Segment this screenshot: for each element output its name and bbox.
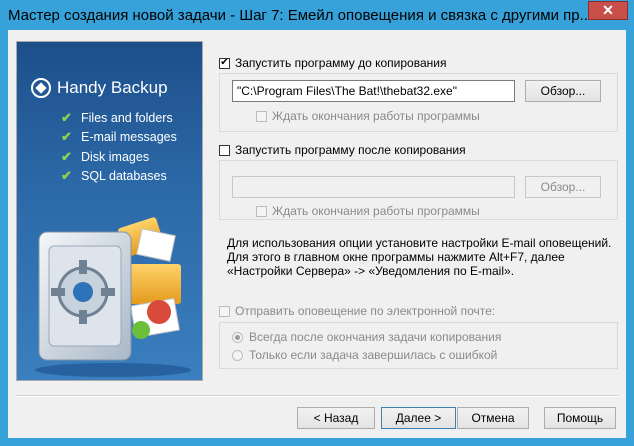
logo-text: Handy Backup (57, 78, 168, 97)
feature-item: ✔ Disk images (61, 148, 150, 164)
run-after-group: Обзор... Ждать окончания работы программ… (219, 160, 618, 220)
run-after-wait-label: Ждать окончания работы программы (272, 204, 480, 218)
run-after-browse-button[interactable]: Обзор... (525, 176, 601, 198)
radio-error[interactable] (232, 349, 243, 361)
email-notify-label: Отправить оповещение по электронной почт… (235, 304, 496, 318)
product-banner: Handy Backup ✔ Files and folders ✔ E-mail … (16, 41, 203, 381)
wizard-window: Мастер создания новой задачи - Шаг 7: Ем… (0, 0, 634, 446)
run-before-browse-button[interactable]: Обзор... (525, 80, 601, 102)
run-after-wait-checkbox[interactable] (256, 205, 267, 217)
run-before-path-input[interactable]: "C:\Program Files\The Bat!\thebat32.exe" (232, 80, 515, 102)
run-after-checkbox-row[interactable]: Запустить программу после копирования (219, 143, 466, 157)
run-after-wait-row[interactable]: Ждать окончания работы программы (256, 204, 480, 218)
wizard-content: Handy Backup ✔ Files and folders ✔ E-mail … (8, 30, 626, 438)
checkmark-icon: ✔ (61, 168, 72, 184)
logo-icon (31, 78, 51, 98)
safe-illustration (35, 217, 191, 377)
close-button[interactable]: ✕ (588, 1, 628, 20)
run-before-checkbox[interactable]: ✔ (219, 57, 230, 69)
run-before-wait-checkbox[interactable] (256, 110, 267, 122)
run-before-checkbox-row[interactable]: ✔ Запустить программу до копирования (219, 56, 446, 70)
footer-divider (16, 395, 618, 397)
run-before-wait-row[interactable]: Ждать окончания работы программы (256, 109, 480, 123)
email-options-group: Всегда после окончания задачи копировани… (219, 322, 618, 369)
run-after-checkbox[interactable] (219, 144, 230, 156)
run-before-label: Запустить программу до копирования (235, 56, 447, 70)
email-notify-checkbox-row[interactable]: Отправить оповещение по электронной почт… (219, 304, 495, 318)
product-logo: Handy Backup (31, 78, 168, 98)
feature-item: ✔ E-mail messages (61, 129, 177, 145)
email-option-error-label: Только если задача завершилась с ошибкой (249, 348, 498, 362)
checkmark-icon: ✔ (61, 148, 72, 164)
window-title: Мастер создания новой задачи - Шаг 7: Ем… (8, 7, 588, 24)
help-button[interactable]: Помощь (544, 407, 616, 429)
close-icon: ✕ (602, 2, 614, 18)
email-info-text: Для использования опции установите настр… (227, 236, 612, 278)
email-option-error[interactable]: Только если задача завершилась с ошибкой (232, 348, 497, 362)
feature-item: ✔ Files and folders (61, 109, 173, 125)
feature-list: ✔ Files and folders ✔ E-mail messages ✔ Dis… (61, 108, 177, 186)
run-before-wait-label: Ждать окончания работы программы (272, 109, 480, 123)
title-bar[interactable]: Мастер создания новой задачи - Шаг 7: Ем… (0, 0, 634, 30)
checkmark-icon: ✔ (61, 109, 72, 125)
email-notify-checkbox[interactable] (219, 305, 230, 317)
cancel-button[interactable]: Отмена (457, 407, 529, 429)
checkmark-icon: ✔ (61, 129, 72, 145)
email-option-always[interactable]: Всегда после окончания задачи копировани… (232, 330, 501, 344)
run-after-label: Запустить программу после копирования (235, 143, 466, 157)
next-button[interactable]: Далее > (381, 407, 456, 429)
run-after-path-input[interactable] (232, 176, 515, 198)
run-before-group: "C:\Program Files\The Bat!\thebat32.exe"… (219, 73, 618, 132)
radio-always[interactable] (232, 331, 243, 343)
email-option-always-label: Всегда после окончания задачи копировани… (249, 330, 502, 344)
feature-item: ✔ SQL databases (61, 168, 167, 184)
back-button[interactable]: < Назад (297, 407, 375, 429)
